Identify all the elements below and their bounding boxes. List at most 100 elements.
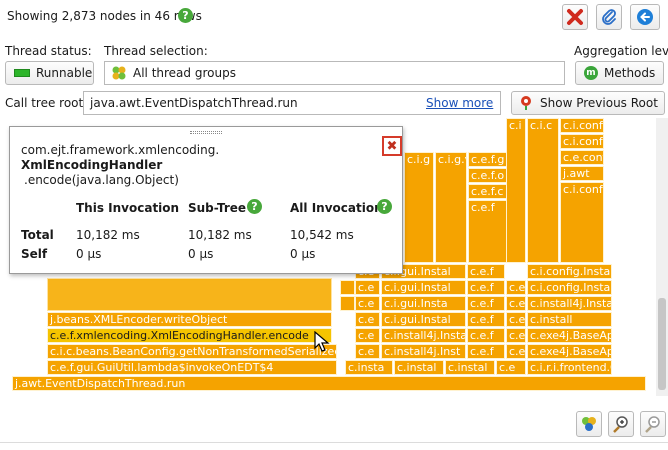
flame-block[interactable]: c.i	[506, 118, 526, 263]
aggregation-select[interactable]: m Methods	[575, 61, 664, 85]
flame-block[interactable]: c.e.f	[467, 296, 505, 311]
zoom-out-icon	[645, 416, 660, 433]
attach-button[interactable]	[596, 4, 622, 30]
flame-block[interactable]: c.e.f	[467, 344, 505, 359]
flame-block[interactable]: c.e	[355, 296, 380, 311]
flame-block[interactable]: c.i.confi	[560, 118, 604, 133]
show-previous-root-button[interactable]: Show Previous Root	[511, 91, 665, 115]
flame-block[interactable]: c.i.gui.Instal	[381, 280, 466, 295]
flame-block[interactable]: c.e	[506, 328, 526, 343]
tooltip-package: com.ejt.framework.xmlencoding.	[21, 143, 220, 157]
col-sub-tree: Sub-Tree	[188, 201, 247, 215]
thread-groups-icon	[112, 66, 126, 80]
flame-block[interactable]: c.i.r.i.frontend.C	[527, 360, 612, 375]
call-tree-root-value: java.awt.EventDispatchThread.run	[90, 96, 298, 110]
methods-icon: m	[584, 66, 598, 80]
close-icon: ✖	[386, 138, 398, 154]
flame-block[interactable]: c.e	[355, 328, 380, 343]
thread-status-select[interactable]: Runnable	[5, 61, 94, 85]
flame-block[interactable]: c.e	[506, 280, 526, 295]
flame-block[interactable]: c.e.f	[467, 280, 505, 295]
self-sub-tree: 0 µs	[188, 247, 214, 261]
flame-block[interactable]: c.install	[527, 312, 612, 327]
tooltip-method: .encode(java.lang.Object)	[24, 173, 179, 187]
delete-button[interactable]	[562, 4, 588, 30]
flame-block[interactable]: c.e.f	[467, 312, 505, 327]
summary-text: Showing 2,873 nodes in 46 rows	[7, 9, 202, 23]
flame-block[interactable]: c.e	[506, 344, 526, 359]
flame-block[interactable]: c.i.config.Instal	[527, 280, 612, 295]
total-sub-tree: 10,182 ms	[188, 228, 252, 242]
flame-block[interactable]: c.e	[506, 312, 526, 327]
flame-block[interactable]: c.e	[355, 280, 380, 295]
help-icon[interactable]: ?	[178, 8, 193, 23]
thread-groups-icon	[582, 417, 596, 431]
flame-block[interactable]	[340, 280, 355, 295]
row-label-total: Total	[21, 228, 54, 242]
show-more-link[interactable]: Show more	[426, 96, 493, 110]
thread-selection-label: Thread selection:	[104, 44, 208, 58]
scrollbar-thumb[interactable]	[658, 298, 666, 390]
flame-block[interactable]: c.i.conf	[560, 134, 604, 149]
back-button[interactable]	[630, 4, 660, 30]
node-tooltip: com.ejt.framework.xmlencoding. XmlEncodi…	[9, 126, 403, 274]
flame-block[interactable]: c.e.f	[467, 328, 505, 343]
aggregation-value: Methods	[604, 66, 656, 80]
flame-block[interactable]: c.e	[355, 312, 380, 327]
call-tree-root-label: Call tree root:	[5, 96, 88, 110]
thread-status-label: Thread status:	[5, 44, 92, 58]
help-icon[interactable]: ?	[377, 199, 392, 214]
flame-block[interactable]: c.i.c	[527, 118, 559, 263]
self-this-invocation: 0 µs	[76, 247, 102, 261]
flame-block[interactable]: c.e.conf	[560, 150, 604, 165]
flame-block-xml-handler[interactable]: c.e.f.xmlencoding.XmlEncodingHandler.enc…	[47, 328, 332, 343]
flame-block[interactable]: c.e	[506, 296, 526, 311]
thread-selection-value: All thread groups	[133, 66, 236, 80]
zoom-out-button[interactable]	[640, 411, 666, 437]
total-this-invocation: 10,182 ms	[76, 228, 140, 242]
back-icon	[637, 9, 653, 25]
flame-block[interactable]: c.e	[355, 344, 380, 359]
thread-groups-button[interactable]	[576, 411, 602, 437]
flame-block[interactable]: c.e.f	[467, 264, 505, 279]
flame-block[interactable]: c.i.gui.Instal	[381, 312, 466, 327]
runnable-status-icon	[14, 69, 30, 77]
flame-block[interactable]: c.exe4j.BaseAppl	[527, 344, 612, 359]
flame-block[interactable]: c.e	[496, 360, 526, 375]
flame-block[interactable]: c.i.g	[404, 152, 434, 263]
attach-icon	[602, 9, 616, 25]
help-icon[interactable]: ?	[247, 199, 262, 214]
col-all-invocations: All Invocations	[290, 201, 390, 215]
delete-icon	[567, 9, 583, 25]
tooltip-close-button[interactable]: ✖	[382, 136, 402, 156]
flame-block[interactable]: c.install4j.Insta	[527, 296, 612, 311]
zoom-in-icon	[613, 416, 628, 433]
self-all-invocations: 0 µs	[290, 247, 316, 261]
flame-block[interactable]	[340, 296, 355, 311]
flame-block-xml-encoder[interactable]: j.beans.XMLEncoder.writeObject	[47, 312, 332, 327]
flame-block[interactable]: c.i.gui.Insta	[381, 296, 466, 311]
flame-block[interactable]: c.instal	[445, 360, 495, 375]
flame-block[interactable]: c.i.config.Insta	[527, 264, 612, 279]
zoom-in-button[interactable]	[608, 411, 634, 437]
flame-block[interactable]: c.install4j.Inst	[381, 344, 466, 359]
tooltip-class-name: XmlEncodingHandler	[21, 158, 163, 172]
flame-block[interactable]: c.instal	[394, 360, 444, 375]
col-this-invocation: This Invocation	[76, 201, 180, 215]
previous-root-icon	[521, 96, 532, 110]
mouse-cursor-icon	[314, 331, 330, 352]
flame-block-gui-lambda[interactable]: c.e.f.gui.GuiUtil.lambda$invokeOnEDT$4	[47, 360, 337, 375]
flame-block-bean-config[interactable]: c.i.c.beans.BeanConfig.getNonTransformed…	[47, 344, 337, 359]
thread-selection-field[interactable]: All thread groups	[104, 61, 565, 85]
flame-block[interactable]: c.exe4j.BaseApp	[527, 328, 612, 343]
tooltip-drag-handle[interactable]	[190, 131, 222, 134]
flame-block-deep-stack[interactable]	[47, 278, 332, 311]
flame-block[interactable]: c.insta	[345, 360, 393, 375]
flame-block[interactable]: j.awt	[560, 166, 604, 181]
flame-block[interactable]: c.install4j.Insta	[381, 328, 466, 343]
total-all-invocations: 10,542 ms	[290, 228, 354, 242]
flame-block-root[interactable]: j.awt.EventDispatchThread.run	[12, 376, 646, 391]
show-previous-root-label: Show Previous Root	[540, 96, 658, 110]
flame-block[interactable]: c.i.g.v	[435, 152, 467, 263]
flame-block[interactable]: c.i.conf	[560, 182, 604, 263]
